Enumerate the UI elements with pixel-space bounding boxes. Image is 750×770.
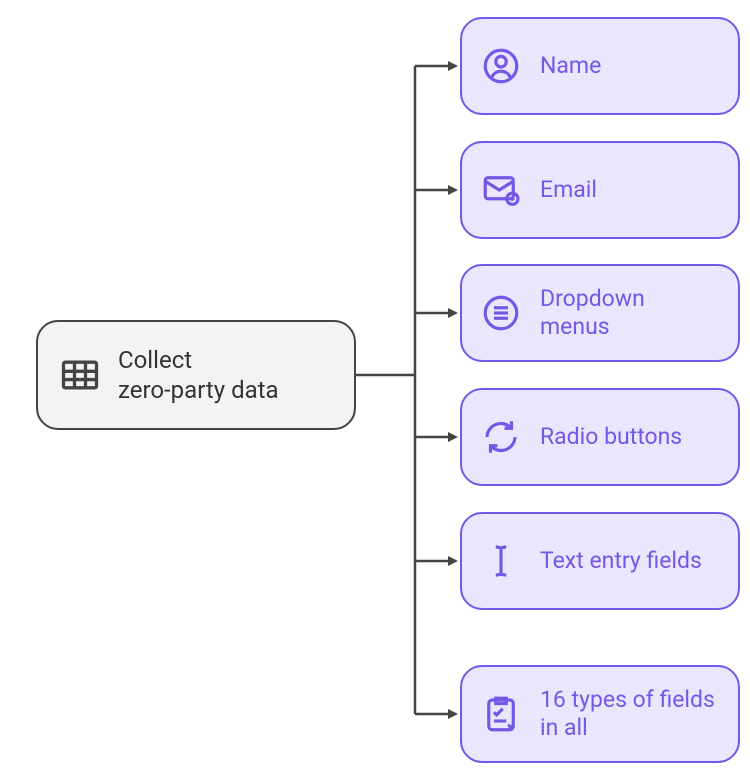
leaf-label: Radio buttons <box>540 423 682 451</box>
leaf-label: Email <box>540 176 597 204</box>
leaf-node-name: Name <box>460 17 740 115</box>
table-icon <box>58 353 102 397</box>
leaf-node-radio: Radio buttons <box>460 388 740 486</box>
checklist-icon <box>480 693 522 735</box>
root-node: Collectzero-party data <box>36 320 356 430</box>
envelope-icon <box>480 169 522 211</box>
leaf-label: 16 types of fields in all <box>540 686 720 741</box>
leaf-label: Text entry fields <box>540 547 702 575</box>
root-label: Collectzero-party data <box>118 345 279 405</box>
leaf-node-all: 16 types of fields in all <box>460 665 740 763</box>
diagram-canvas: Collectzero-party data Name Email <box>0 0 750 770</box>
leaf-node-email: Email <box>460 141 740 239</box>
list-icon <box>480 292 522 334</box>
person-icon <box>480 45 522 87</box>
leaf-label: Name <box>540 52 601 80</box>
refresh-icon <box>480 416 522 458</box>
leaf-node-text: Text entry fields <box>460 512 740 610</box>
leaf-node-dropdown: Dropdown menus <box>460 264 740 362</box>
leaf-label: Dropdown menus <box>540 285 720 340</box>
text-cursor-icon <box>480 540 522 582</box>
